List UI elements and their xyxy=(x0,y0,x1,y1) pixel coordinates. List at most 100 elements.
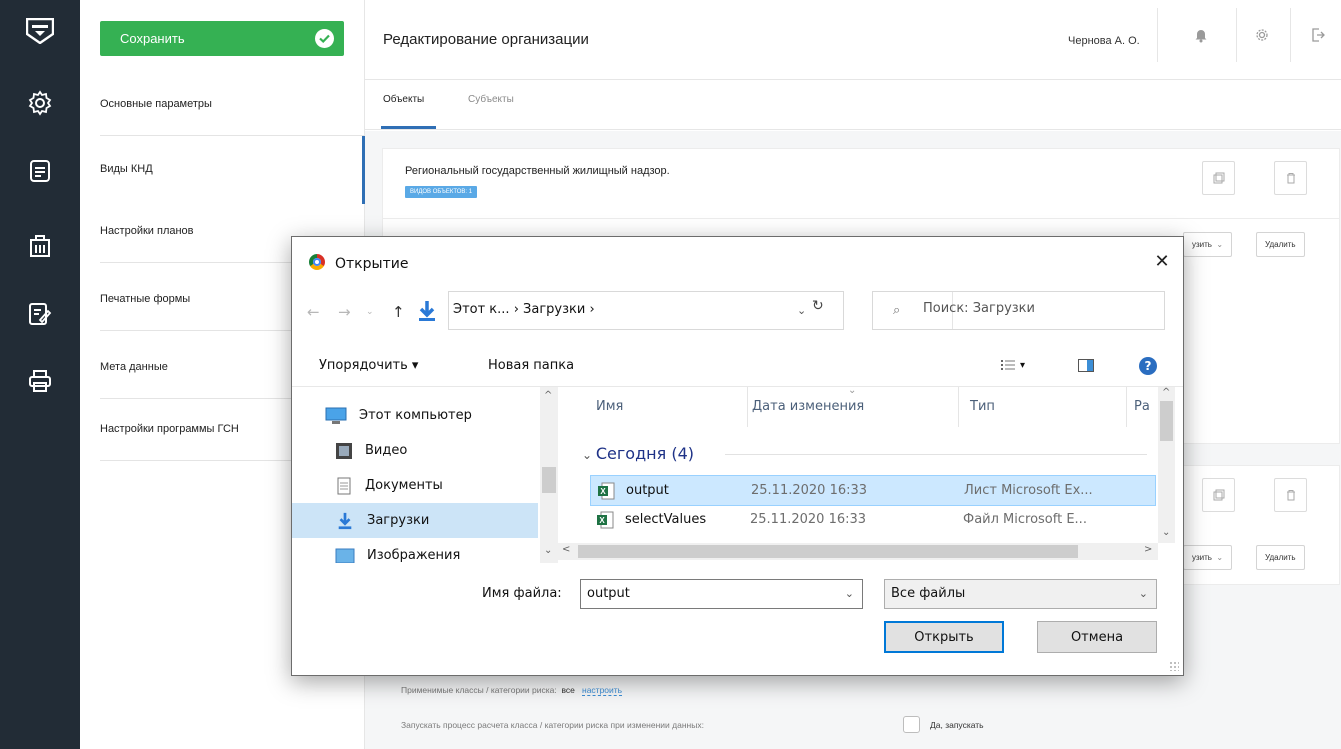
search-box[interactable]: ⌕ xyxy=(872,291,1165,330)
nav-pane-scrollbar[interactable]: ^ ⌄ xyxy=(540,387,558,563)
sidebar-item-main-params[interactable]: Основные параметры xyxy=(100,68,365,136)
file-date: 25.11.2020 16:33 xyxy=(751,483,868,498)
column-header-type[interactable]: Тип xyxy=(970,399,995,414)
rail-settings-button[interactable] xyxy=(0,75,80,131)
column-divider xyxy=(747,387,748,427)
header-divider xyxy=(1290,8,1291,62)
copy-button[interactable] xyxy=(1202,161,1235,195)
search-input[interactable] xyxy=(923,301,1153,316)
scrollbar-thumb[interactable] xyxy=(1160,401,1173,441)
recalc-option-label: Да, запускать xyxy=(930,720,984,730)
tab-objects[interactable]: Объекты xyxy=(383,94,424,105)
organize-menu[interactable]: Упорядочить ▾ xyxy=(319,358,418,373)
bell-icon[interactable] xyxy=(1194,27,1208,43)
up-arrow-icon[interactable]: ↑ xyxy=(392,303,405,321)
nav-item-pictures[interactable]: Изображения xyxy=(292,538,538,563)
chevron-down-icon: ⌄ xyxy=(1216,553,1224,562)
new-folder-button[interactable]: Новая папка xyxy=(488,358,574,373)
user-name[interactable]: Чернова А. О. xyxy=(1068,35,1140,47)
rail-organization-button[interactable] xyxy=(0,218,80,274)
scroll-down-icon[interactable]: ⌄ xyxy=(544,545,552,556)
gear-icon[interactable] xyxy=(1255,27,1269,43)
load-button-label: узить xyxy=(1192,553,1212,562)
page-title: Редактирование организации xyxy=(383,31,589,48)
tab-subjects[interactable]: Субъекты xyxy=(468,94,514,105)
scrollbar-thumb[interactable] xyxy=(542,467,556,493)
delete-button[interactable]: Удалить xyxy=(1256,232,1305,257)
configure-risk-link[interactable]: настроить xyxy=(582,685,623,696)
close-button[interactable]: ✕ xyxy=(1151,251,1173,273)
rail-print-button[interactable] xyxy=(0,353,80,409)
dialog-titlebar[interactable]: Открытие ✕ xyxy=(292,237,1183,285)
column-header-date[interactable]: Дата изменения xyxy=(752,399,864,414)
chrome-icon xyxy=(309,254,325,270)
preview-pane-icon[interactable] xyxy=(1078,359,1094,372)
nav-item-documents[interactable]: Документы xyxy=(292,468,538,503)
forward-arrow-icon[interactable]: → xyxy=(338,303,351,321)
filetype-value: Все файлы xyxy=(891,586,966,601)
filetype-select[interactable]: Все файлы ⌄ xyxy=(884,579,1157,609)
scroll-left-icon[interactable]: < xyxy=(562,544,570,555)
load-dropdown-button[interactable]: узить ⌄ xyxy=(1183,545,1233,570)
copy-button[interactable] xyxy=(1202,478,1235,512)
address-bar[interactable]: Этот к... › Загрузки › ⌄ xyxy=(448,291,953,330)
delete-card-button[interactable] xyxy=(1274,161,1307,195)
rail-document-button[interactable] xyxy=(0,143,80,199)
file-row[interactable]: X selectValues 25.11.2020 16:33 Файл Mic… xyxy=(590,505,1156,536)
recalc-checkbox[interactable] xyxy=(903,716,920,733)
logout-icon[interactable] xyxy=(1311,27,1325,43)
file-row[interactable]: X output 25.11.2020 16:33 Лист Microsoft… xyxy=(590,475,1156,506)
scrollbar-thumb[interactable] xyxy=(578,545,1078,558)
column-header-size[interactable]: Ра xyxy=(1134,399,1150,414)
chevron-down-icon: ⌄ xyxy=(582,448,596,462)
open-button[interactable]: Открыть xyxy=(884,621,1004,653)
delete-card-button[interactable] xyxy=(1274,478,1307,512)
document-icon xyxy=(30,160,50,182)
risk-value: все xyxy=(561,685,575,695)
cancel-button-label: Отмена xyxy=(1070,629,1124,645)
scroll-right-icon[interactable]: > xyxy=(1144,544,1152,555)
active-tab-indicator xyxy=(381,126,436,129)
breadcrumb[interactable]: Этот к... › Загрузки › xyxy=(453,302,595,317)
edit-list-icon xyxy=(29,303,52,325)
dialog-nav-row: ← → ⌄ ↑ Этот к... › Загрузки › ⌄ ↻ ⌕ xyxy=(292,285,1183,339)
refresh-icon[interactable]: ↻ xyxy=(812,298,824,314)
rail-edit-list-button[interactable] xyxy=(0,286,80,342)
load-dropdown-button[interactable]: узить ⌄ xyxy=(1183,232,1233,257)
load-button-label: узить xyxy=(1192,240,1212,249)
filename-combobox[interactable]: ⌄ xyxy=(580,579,863,609)
view-options-icon[interactable] xyxy=(1001,359,1015,371)
delete-button[interactable]: Удалить xyxy=(1256,545,1305,570)
nav-item-video[interactable]: Видео xyxy=(292,433,538,468)
scroll-up-icon[interactable]: ^ xyxy=(544,390,552,401)
view-dropdown-icon[interactable]: ▾ xyxy=(1020,360,1025,371)
sidebar-item-label: Печатные формы xyxy=(100,293,191,305)
nav-item-downloads[interactable]: Загрузки xyxy=(292,503,538,538)
chevron-down-icon: ⌄ xyxy=(1216,240,1224,249)
scroll-up-icon[interactable]: ^ xyxy=(1162,387,1170,398)
file-list-vertical-scrollbar[interactable]: ^ ⌄ xyxy=(1158,387,1175,543)
nav-item-label: Изображения xyxy=(367,548,461,563)
sort-indicator-icon: ⌄ xyxy=(848,387,857,396)
chevron-down-icon[interactable]: ⌄ xyxy=(845,587,854,600)
command-bar: Упорядочить ▾ Новая папка ▾ xyxy=(292,339,1183,387)
recent-chevron-icon[interactable]: ⌄ xyxy=(366,307,374,317)
chevron-down-icon[interactable]: ⌄ xyxy=(797,304,806,317)
help-icon[interactable]: ? xyxy=(1139,357,1157,375)
filename-input[interactable] xyxy=(587,586,817,601)
file-name: selectValues xyxy=(625,512,707,527)
scroll-down-icon[interactable]: ⌄ xyxy=(1162,527,1170,538)
sidebar-item-knd-types[interactable]: Виды КНД xyxy=(100,136,365,204)
column-header-name[interactable]: Имя xyxy=(596,399,623,414)
back-arrow-icon[interactable]: ← xyxy=(307,303,320,321)
save-button[interactable]: Сохранить xyxy=(100,21,344,56)
sidebar-item-label: Настройки планов xyxy=(100,225,194,237)
copy-icon xyxy=(1213,172,1224,184)
content-tabs: Объекты Субъекты xyxy=(365,80,1341,130)
resize-grip[interactable] xyxy=(1169,661,1179,671)
building-icon xyxy=(30,235,50,257)
group-header[interactable]: ⌄ Сегодня (4) xyxy=(582,444,694,463)
nav-item-this-pc[interactable]: Этот компьютер xyxy=(292,398,538,433)
file-list-horizontal-scrollbar[interactable]: < > xyxy=(558,543,1158,560)
cancel-button[interactable]: Отмена xyxy=(1037,621,1157,653)
